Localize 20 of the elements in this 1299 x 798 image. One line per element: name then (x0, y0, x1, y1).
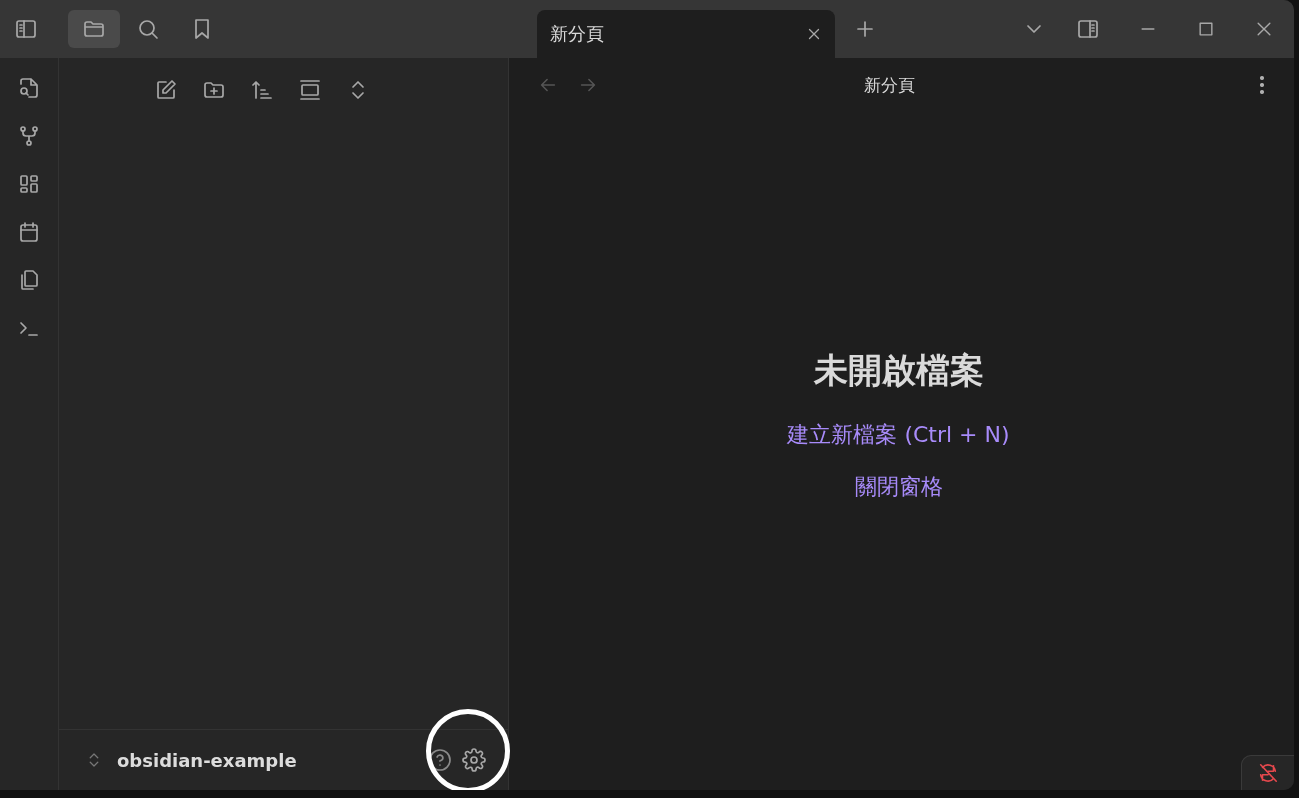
calendar-icon[interactable] (17, 220, 41, 244)
sort-icon[interactable] (249, 78, 274, 102)
search-icon (136, 17, 160, 41)
maximize-icon[interactable] (1196, 19, 1216, 39)
sidebar-toggle-icon[interactable] (14, 17, 38, 41)
layout-grid-icon[interactable] (17, 172, 41, 196)
action-link[interactable]: 建立新檔案 (Ctrl + N) (787, 420, 1010, 450)
settings-icon[interactable] (462, 748, 486, 772)
graph-icon[interactable] (17, 124, 41, 148)
view-title: 新分頁 (863, 73, 916, 97)
file-search-icon[interactable] (17, 76, 41, 100)
tab[interactable]: 新分頁 (537, 10, 835, 58)
empty-state-title: 未開啟檔案 (813, 349, 984, 392)
collapse-view-icon[interactable] (297, 78, 322, 102)
sync-off-icon (1257, 762, 1279, 784)
folder-tab[interactable] (68, 10, 120, 48)
sync-status[interactable] (1241, 755, 1294, 790)
right-sidebar-toggle-icon[interactable] (1076, 17, 1100, 41)
action-link[interactable]: 關閉窗格 (854, 472, 943, 502)
vault-name[interactable]: obsidian-example (117, 749, 428, 771)
